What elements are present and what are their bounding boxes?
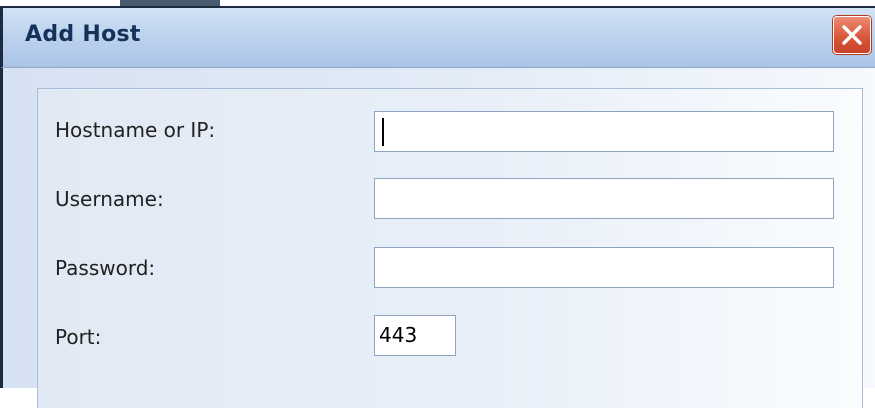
dialog-title: Add Host	[25, 22, 141, 47]
hostname-label: Hostname or IP:	[55, 118, 216, 142]
text-cursor	[382, 118, 384, 146]
username-label: Username:	[55, 187, 164, 211]
password-label: Password:	[55, 256, 156, 280]
close-icon	[842, 25, 862, 45]
hostname-input[interactable]	[374, 111, 834, 152]
title-bar[interactable]: Add Host	[0, 8, 875, 68]
port-input[interactable]: 443	[374, 315, 456, 356]
close-button[interactable]	[833, 16, 871, 54]
port-label: Port:	[55, 325, 102, 349]
username-input[interactable]	[374, 178, 834, 219]
window-top-edge	[0, 0, 875, 8]
password-input[interactable]	[374, 247, 834, 288]
add-host-dialog: Add Host Hostname or IP: Username: Passw…	[0, 0, 875, 408]
